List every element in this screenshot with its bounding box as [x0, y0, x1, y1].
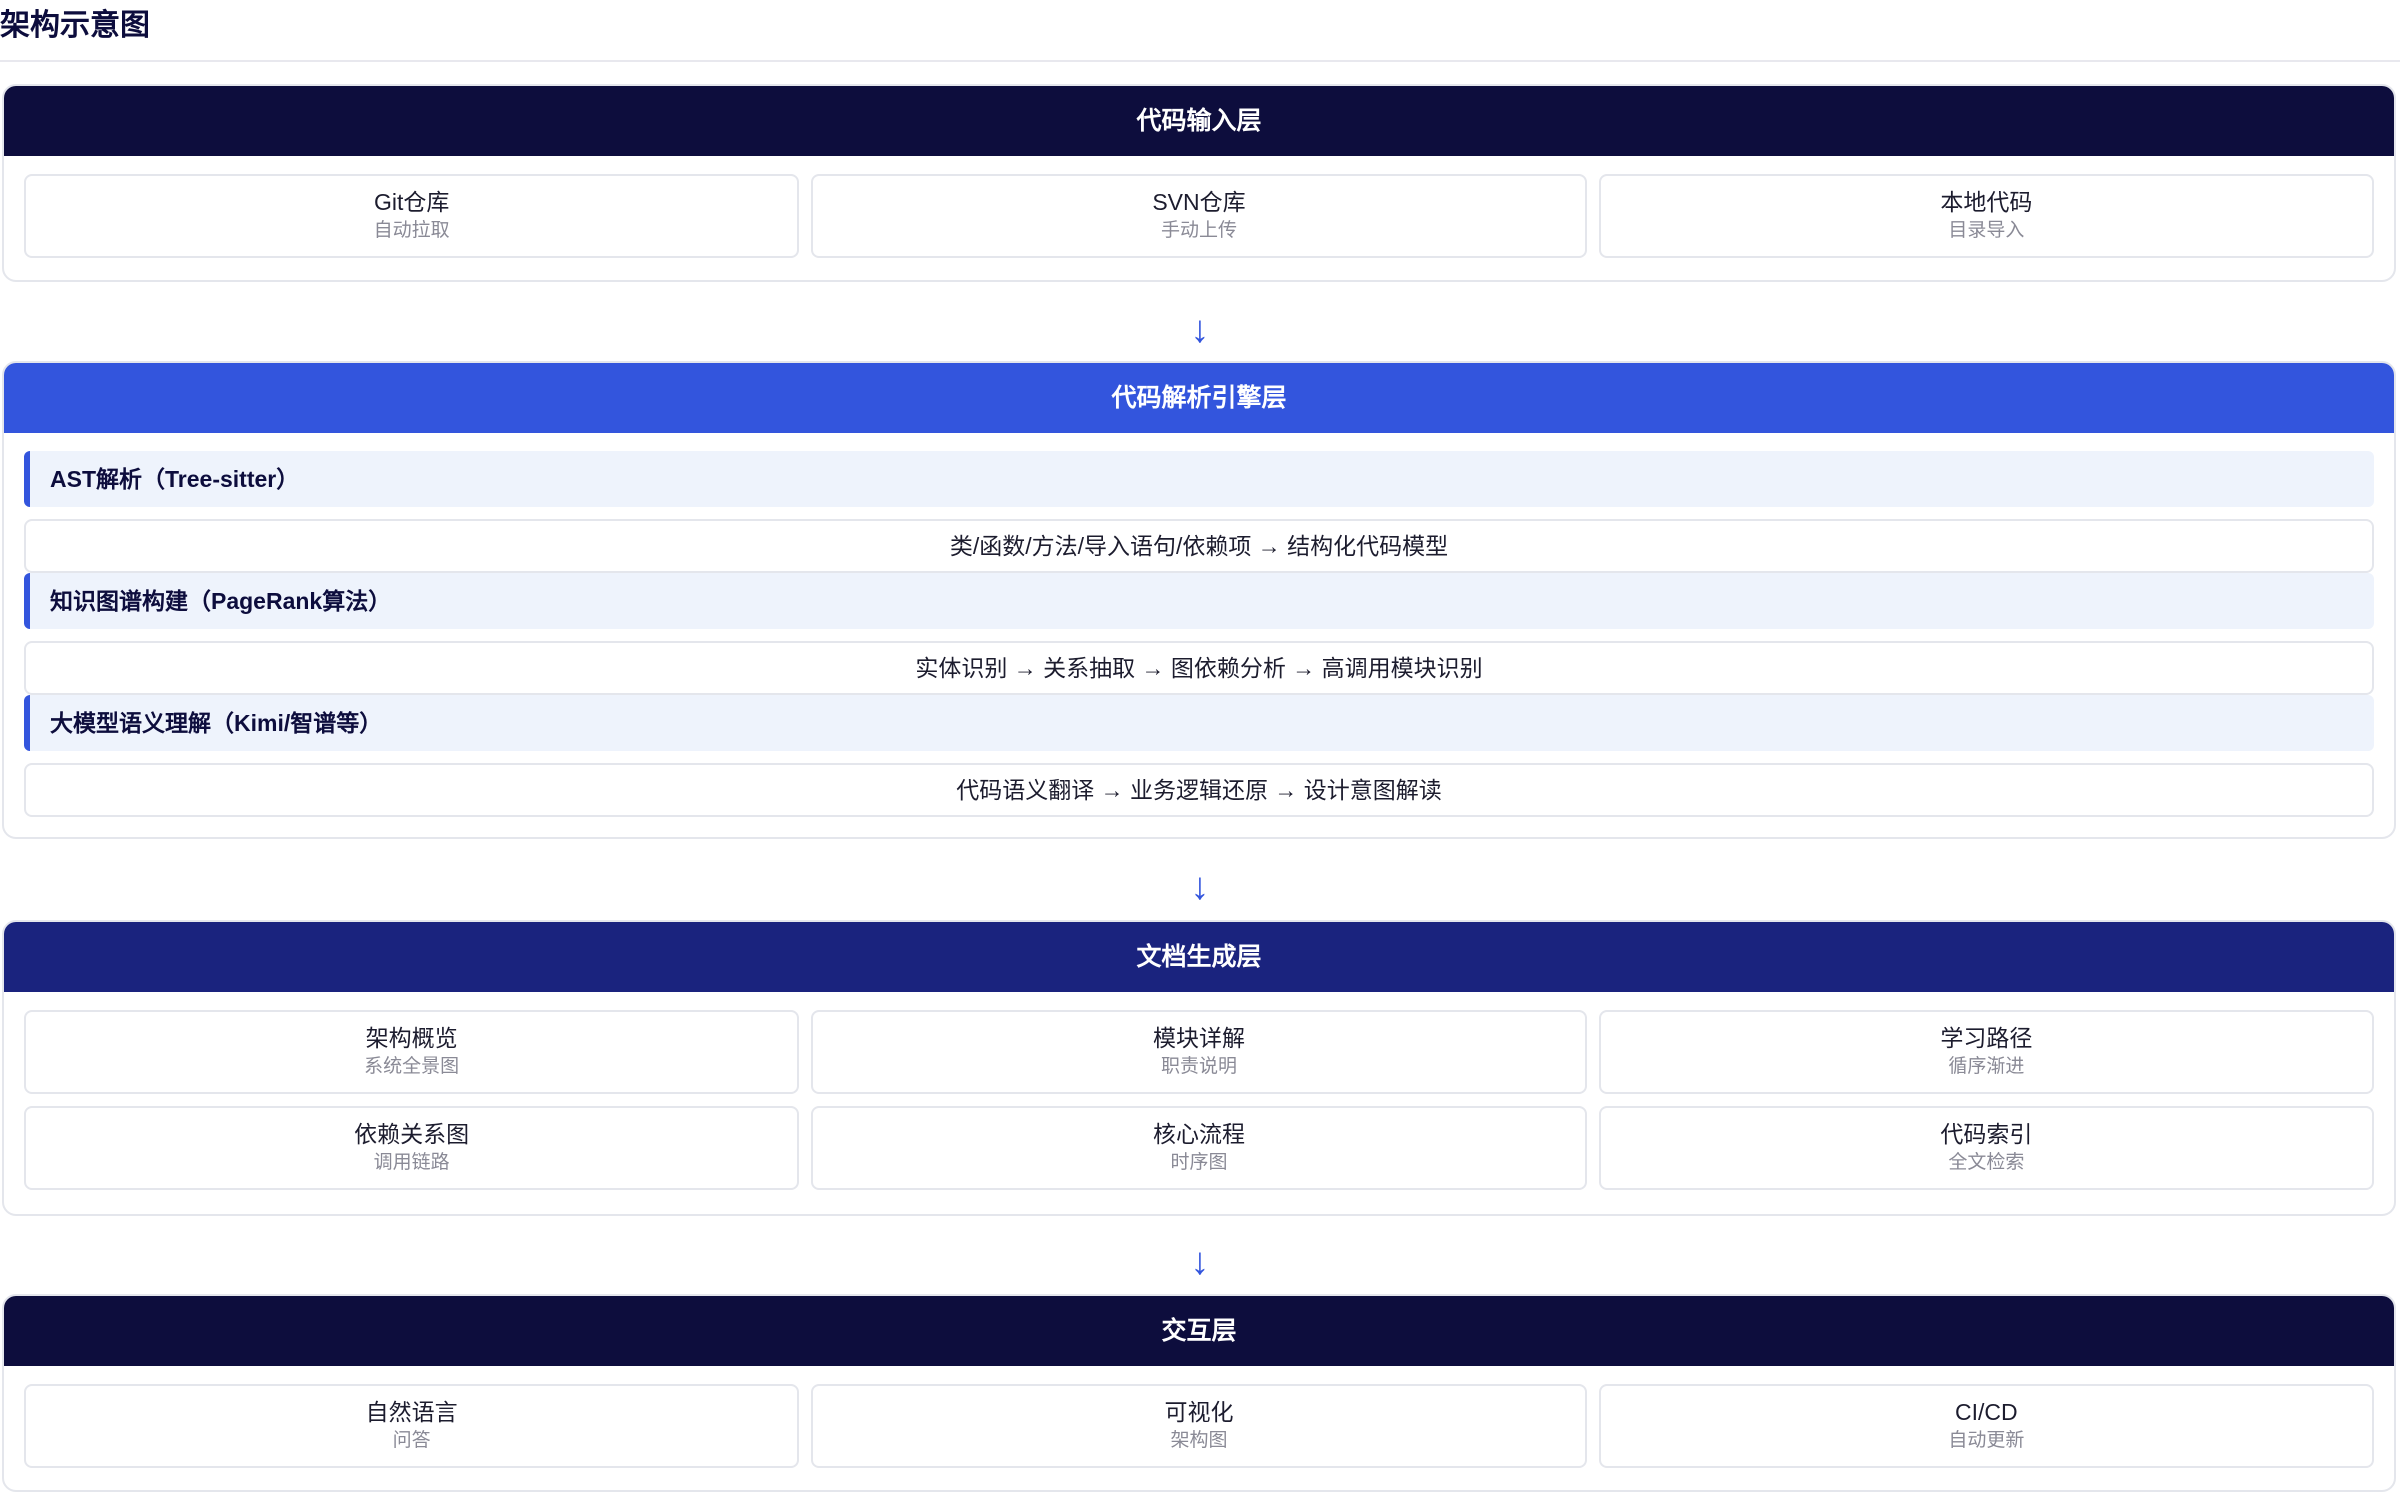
card-subtitle: 问答	[392, 1430, 431, 1451]
layer-header: 交互层	[4, 1296, 2394, 1366]
card-subtitle: 循序渐进	[1948, 1056, 2025, 1077]
card-subtitle: 全文检索	[1948, 1152, 2025, 1173]
card-subtitle: 目录导入	[1948, 220, 2025, 241]
section-knowledge-graph: 知识图谱构建（PageRank算法）	[24, 573, 2374, 629]
down-arrow-icon: ↓	[1190, 309, 1210, 351]
card-title: 本地代码	[1940, 189, 2033, 215]
card-git-repo: Git仓库 自动拉取	[24, 174, 800, 258]
card-title: SVN仓库	[1152, 189, 1246, 215]
layer-header: 文档生成层	[4, 922, 2394, 992]
flow-knowledge-graph: 实体识别 → 关系抽取 → 图依赖分析 → 高调用模块识别	[24, 641, 2374, 695]
card-title: 自然语言	[365, 1399, 458, 1425]
card-title: Git仓库	[373, 189, 450, 215]
card-local-code: 本地代码 目录导入	[1598, 174, 2374, 258]
card-learning-path: 学习路径 循序渐进	[1598, 1010, 2374, 1094]
card-title: 代码索引	[1940, 1121, 2033, 1147]
layer-header: 代码解析引擎层	[4, 363, 2394, 433]
section-llm-semantics: 大模型语义理解（Kimi/智谱等）	[24, 695, 2374, 751]
card-module-detail: 模块详解 职责说明	[811, 1010, 1587, 1094]
layer-interaction: 交互层 自然语言 问答 可视化 架构图 CI/CD 自动更新	[2, 1294, 2396, 1492]
card-natural-language: 自然语言 问答	[24, 1384, 800, 1468]
card-svn-repo: SVN仓库 手动上传	[811, 174, 1587, 258]
card-subtitle: 手动上传	[1160, 220, 1237, 241]
title-divider	[0, 60, 2400, 62]
down-arrow-icon: ↓	[1190, 1241, 1210, 1283]
card-dependency-graph: 依赖关系图 调用链路	[24, 1106, 800, 1190]
flow-ast-parse: 类/函数/方法/导入语句/依赖项 → 结构化代码模型	[24, 519, 2374, 573]
card-subtitle: 架构图	[1170, 1430, 1228, 1451]
card-visualization: 可视化 架构图	[811, 1384, 1587, 1468]
card-subtitle: 职责说明	[1160, 1056, 1237, 1077]
card-title: 学习路径	[1940, 1025, 2033, 1051]
page-title: 架构示意图	[0, 9, 150, 42]
layer-doc-generation: 文档生成层 架构概览 系统全景图 模块详解 职责说明 学习路径 循序渐进 依赖关…	[2, 920, 2396, 1216]
down-arrow-icon: ↓	[1190, 866, 1210, 908]
card-subtitle: 自动更新	[1948, 1430, 2025, 1451]
card-code-index: 代码索引 全文检索	[1598, 1106, 2374, 1190]
layer-parsing-engine: 代码解析引擎层 AST解析（Tree-sitter） 类/函数/方法/导入语句/…	[2, 361, 2396, 839]
card-ci-cd: CI/CD 自动更新	[1598, 1384, 2374, 1468]
card-title: 架构概览	[365, 1025, 458, 1051]
layer-code-input: 代码输入层 Git仓库 自动拉取 SVN仓库 手动上传 本地代码 目录导入	[2, 84, 2396, 282]
section-ast-parse: AST解析（Tree-sitter）	[24, 451, 2374, 507]
card-core-flow: 核心流程 时序图	[811, 1106, 1587, 1190]
card-subtitle: 调用链路	[373, 1152, 450, 1173]
card-title: CI/CD	[1955, 1399, 2018, 1425]
layer-header: 代码输入层	[4, 86, 2394, 156]
card-subtitle: 时序图	[1170, 1152, 1228, 1173]
card-title: 依赖关系图	[354, 1121, 470, 1147]
card-architecture-overview: 架构概览 系统全景图	[24, 1010, 800, 1094]
card-title: 模块详解	[1152, 1025, 1245, 1051]
card-title: 核心流程	[1152, 1121, 1245, 1147]
flow-llm-semantics: 代码语义翻译 → 业务逻辑还原 → 设计意图解读	[24, 763, 2374, 817]
card-subtitle: 系统全景图	[364, 1056, 460, 1077]
card-subtitle: 自动拉取	[373, 220, 450, 241]
card-title: 可视化	[1164, 1399, 1234, 1425]
